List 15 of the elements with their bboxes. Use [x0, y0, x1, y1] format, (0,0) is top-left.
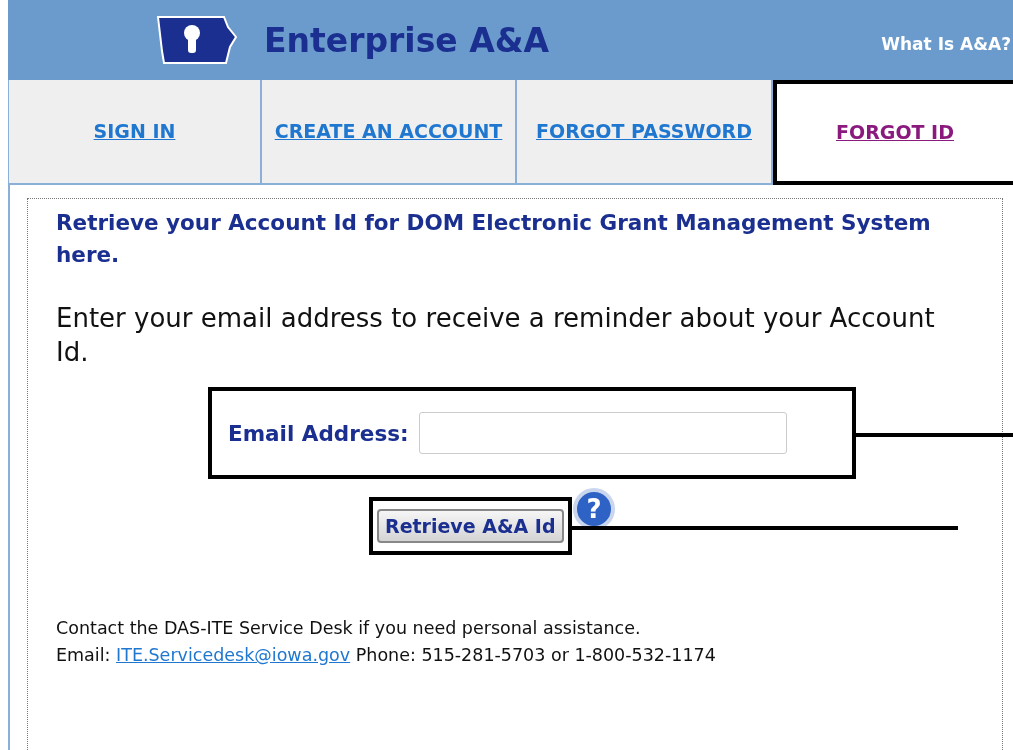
contact-text: Contact the DAS-ITE Service Desk if you need personal assistance.	[56, 617, 642, 640]
email-input[interactable]	[418, 412, 787, 454]
nav-tab[interactable]: SIGN IN	[9, 80, 262, 185]
app-title: Enterprise A&A	[264, 20, 550, 60]
nav-tab[interactable]: FORGOT PASSWORD	[517, 80, 773, 185]
page-heading: Retrieve your Account Id for DOM Electronic Grant Management System here.	[56, 209, 932, 269]
retrieve-button[interactable]: Retrieve A&A Id	[377, 509, 564, 543]
email-link[interactable]: ITE.Servicedesk@iowa.gov	[116, 645, 351, 665]
instruction-text: Enter your email address to receive a reminder about your Account Id.	[56, 302, 936, 369]
contact-details: Email: ITE.Servicedesk@iowa.gov Phone: 515-281-5703 or 1-800-532-1174	[56, 644, 717, 667]
state-map-logo-icon	[154, 15, 238, 65]
what-is-link[interactable]: What Is A&A?	[881, 34, 1011, 54]
nav-tab[interactable]: FORGOT ID	[773, 80, 1013, 185]
email-label: Email Address:	[228, 420, 409, 446]
nav-tab[interactable]: CREATE AN ACCOUNT	[262, 80, 517, 185]
